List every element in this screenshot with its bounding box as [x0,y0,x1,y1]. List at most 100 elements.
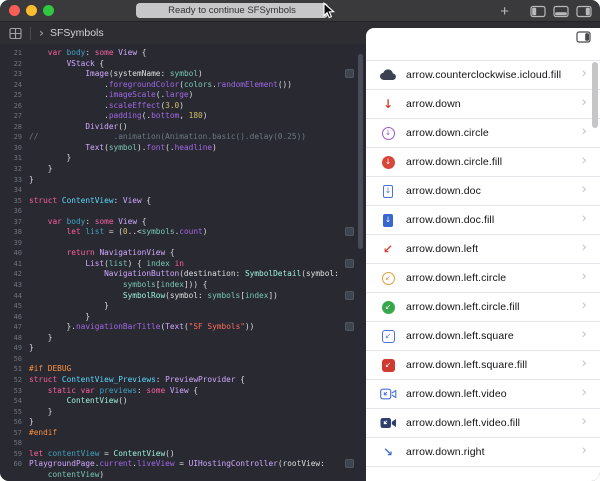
arrow-down-left-icon: ↙ [378,240,398,258]
symbol-row[interactable]: ↓ arrow.down › [366,90,600,119]
line-number: 47 [0,322,29,333]
chevron-right-icon: › [581,66,587,82]
line-number: 29 [0,132,29,143]
library-panel-icon[interactable] [530,5,546,18]
bottom-panel-icon[interactable] [553,5,569,18]
code-text: NavigationButton(destination: SymbolDeta… [29,269,339,280]
close-button[interactable] [9,5,20,16]
chevron-right-icon: › [581,443,587,459]
code-line: 31 } [0,153,366,164]
symbol-row[interactable]: ↘arrow.down.right› [366,438,600,467]
line-number [0,470,29,481]
add-button[interactable]: + [500,4,509,19]
minimize-button[interactable] [26,5,37,16]
code-line: 26 .scaleEffect(3.0) [0,101,366,112]
code-text: static var previews: some View { [29,386,198,397]
code-text: } [29,333,52,344]
symbol-row[interactable]: ↙arrow.down.left.circle.fill› [366,293,600,322]
chevron-right-icon: › [581,182,587,198]
line-number: 24 [0,80,29,91]
editor-scrollbar[interactable] [358,54,363,249]
code-line: 21 var body: some View { [0,48,366,59]
symbol-row[interactable]: ↓arrow.down.doc› [366,177,600,206]
code-line: 36 [0,206,366,217]
code-line: 27 .padding(.bottom, 180) [0,111,366,122]
line-number: 39 [0,238,29,249]
code-line: 60PlaygroundPage.current.liveView = UIHo… [0,459,366,470]
code-line: 57#endif [0,428,366,439]
code-line: 48 } [0,333,366,344]
list-scrollbar[interactable] [592,62,598,128]
document-title[interactable]: SFSymbols [50,27,104,39]
panel-toggle-icon[interactable] [576,31,591,43]
symbol-name: arrow.down [406,98,461,110]
symbol-name: arrow.down.left [406,243,478,255]
line-number: 48 [0,333,29,344]
symbol-name: arrow.down.left.square [406,330,514,342]
code-line: 53 static var previews: some View { [0,386,366,397]
symbol-name: arrow.down.left.video.fill [406,417,520,429]
code-line: 47 }.navigationBarTitle(Text("SF Symbols… [0,322,366,333]
symbol-row[interactable]: arrow.down.left.video.fill› [366,409,600,438]
chevron-right-icon: › [581,153,587,169]
line-number: 31 [0,153,29,164]
symbol-name: arrow.down.right [406,446,485,458]
result-button[interactable] [345,291,354,300]
result-button[interactable] [345,227,354,236]
chevron-right-icon: › [581,95,587,111]
symbol-row[interactable]: ↙arrow.down.left.circle› [366,264,600,293]
code-line: 34 [0,185,366,196]
line-number: 38 [0,227,29,238]
arrow-down-icon: ↓ [378,95,398,113]
line-number: 28 [0,122,29,133]
code-line: 54 ContentView() [0,396,366,407]
code-text: VStack { [29,59,104,70]
window-grid-icon[interactable] [9,27,22,40]
symbol-row[interactable]: ↙arrow.down.left.square.fill› [366,351,600,380]
result-button[interactable] [345,259,354,268]
breadcrumb-chevron-icon: › [39,26,44,40]
code-line: 43 symbols[index])) { [0,280,366,291]
code-line: 40 return NavigationView { [0,248,366,259]
chevron-right-icon: › [581,385,587,401]
symbol-row[interactable]: arrow.counterclockwise.icloud.fill› [366,61,600,90]
code-text: symbols[index])) { [29,280,207,291]
result-button[interactable] [345,69,354,78]
line-number: 44 [0,291,29,302]
arrow-down-left-square-fill-icon: ↙ [378,359,398,372]
symbol-row[interactable]: arrow.down.left.video› [366,380,600,409]
code-text: contentView) [29,470,104,481]
symbol-row[interactable]: ↓arrow.down.doc.fill› [366,206,600,235]
code-editor[interactable]: 21 var body: some View {22 VStack {23 Im… [0,44,366,481]
line-number: 57 [0,428,29,439]
symbol-name: arrow.down.circle.fill [406,156,502,168]
result-button[interactable] [345,322,354,331]
chevron-right-icon: › [581,124,587,140]
code-line: 25 .imageScale(.large) [0,90,366,101]
result-button[interactable] [345,459,354,468]
right-panel-icon[interactable] [576,5,592,18]
code-line: 28 Divider() [0,122,366,133]
line-number: 50 [0,354,29,365]
arrow-down-left-video-icon [378,388,398,400]
status-pill[interactable]: Ready to continue SFSymbols [136,3,328,18]
code-text: Divider() [29,122,128,133]
symbol-row[interactable]: ↓arrow.down.circle.fill› [366,148,600,177]
code-line: 59let contentView = ContentView() [0,449,366,460]
code-text: .scaleEffect(3.0) [29,101,184,112]
code-line: contentView) [0,470,366,481]
titlebar: Ready to continue SFSymbols + [0,0,600,22]
code-text: SymbolRow(symbol: symbols[index]) [29,291,278,302]
line-number: 26 [0,101,29,112]
arrow-down-left-circle-fill-icon: ↙ [378,301,398,314]
fullscreen-button[interactable] [43,5,54,16]
code-line: 46 } [0,312,366,323]
line-number: 36 [0,206,29,217]
symbol-row[interactable]: ↙arrow.down.left› [366,235,600,264]
symbol-row[interactable]: ↙arrow.down.left.square› [366,322,600,351]
symbol-name: arrow.down.left.square.fill [406,359,527,371]
code-text: ContentView() [29,396,128,407]
symbol-row[interactable]: ↓arrow.down.circle› [366,119,600,148]
line-number: 37 [0,217,29,228]
code-text: Image(systemName: symbol) [29,69,203,80]
